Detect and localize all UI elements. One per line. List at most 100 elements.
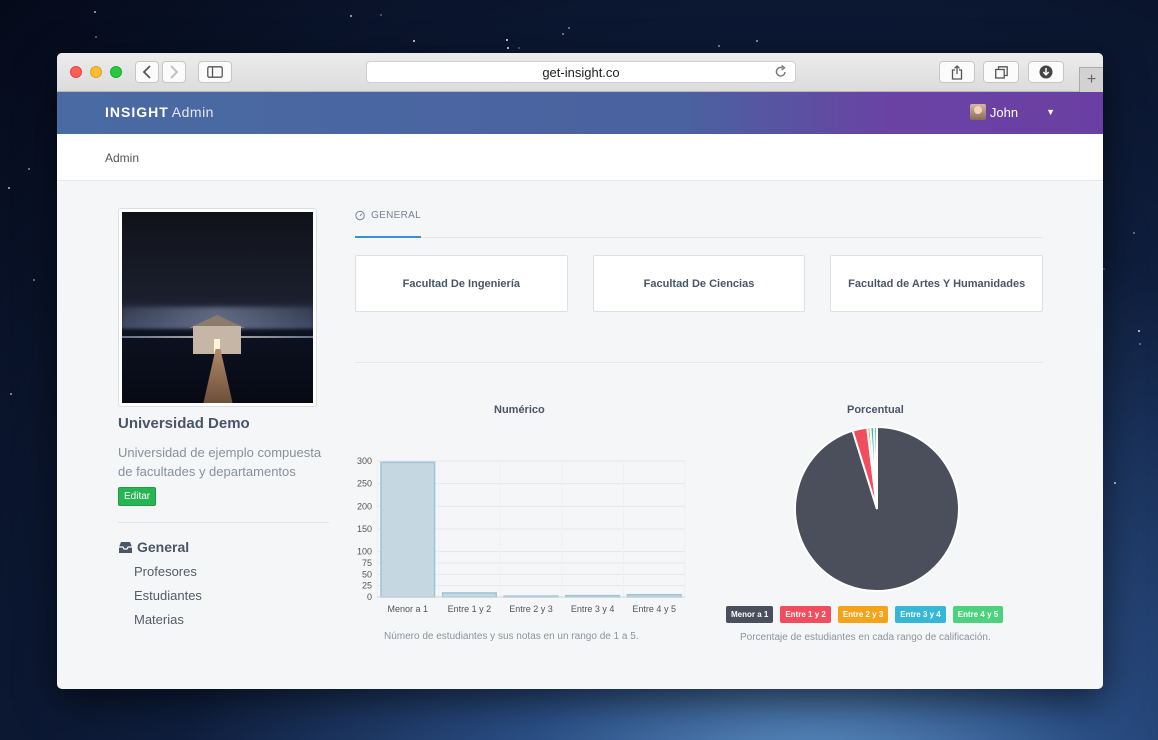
y-tick-label: 150	[357, 524, 372, 534]
university-description: Universidad de ejemplo compuesta de facu…	[118, 445, 322, 479]
url-text: get-insight.co	[542, 64, 620, 80]
browser-window: get-insight.co + INSIGHT Admin John ▼ Ad…	[57, 53, 1103, 689]
star	[517, 46, 520, 49]
x-tick-label: Entre 3 y 4	[571, 604, 615, 614]
y-tick-label: 200	[357, 501, 372, 511]
minimize-window-button[interactable]	[90, 66, 102, 78]
sidebar-toggle-button[interactable]	[198, 61, 232, 83]
share-icon	[951, 64, 963, 80]
sidebar-item-profesores[interactable]: Profesores	[134, 564, 329, 579]
sidebar-heading-general: General	[118, 539, 329, 555]
star	[1103, 267, 1106, 270]
brand-name: INSIGHT	[105, 104, 169, 120]
star	[507, 46, 510, 49]
pie-chart-title: Porcentual	[847, 404, 904, 416]
tab-label: GENERAL	[371, 210, 421, 221]
faculty-card-ingenieria[interactable]: Facultad De Ingeniería	[355, 255, 568, 312]
bar-chart-caption: Número de estudiantes y sus notas en un …	[384, 631, 639, 642]
pie-legend: Menor a 1 Entre 1 y 2 Entre 2 y 3 Entre 3 y…	[726, 606, 1004, 623]
user-name: John	[989, 104, 1019, 120]
breadcrumb-item-admin[interactable]: Admin	[105, 151, 139, 165]
y-tick-label: 75	[362, 558, 372, 568]
star	[1139, 342, 1142, 345]
faculty-name: Facultad de Artes Y Humanidades	[848, 277, 1026, 290]
faculty-card-artes[interactable]: Facultad de Artes Y Humanidades	[830, 255, 1044, 312]
faculty-card-ciencias[interactable]: Facultad De Ciencias	[592, 255, 806, 312]
divider	[118, 522, 329, 523]
y-tick-label: 25	[362, 581, 372, 591]
y-tick-label: 0	[367, 592, 372, 602]
star	[1113, 481, 1116, 484]
sidebar-heading-label: General	[137, 539, 190, 555]
pie-chart	[794, 425, 960, 592]
star	[95, 35, 98, 38]
y-tick-label: 250	[357, 479, 372, 489]
x-tick-label: Entre 1 y 2	[448, 604, 492, 614]
brand-suffix: Admin	[171, 104, 214, 120]
app-navbar: INSIGHT Admin John ▼	[57, 92, 1103, 134]
faculty-name: Facultad De Ingeniería	[402, 277, 521, 290]
download-icon	[1039, 65, 1053, 79]
share-button[interactable]	[939, 61, 975, 83]
star	[756, 39, 759, 42]
star	[506, 39, 509, 42]
star	[717, 44, 720, 47]
brand-logo[interactable]: INSIGHT Admin	[105, 104, 214, 120]
star	[1133, 231, 1136, 234]
tab-bar: GENERAL	[355, 201, 1043, 238]
x-tick-label: Entre 4 y 5	[632, 604, 676, 614]
browser-toolbar: get-insight.co +	[57, 53, 1103, 92]
y-tick-label: 50	[362, 569, 372, 579]
downloads-button[interactable]	[1028, 61, 1064, 83]
sidebar-icon	[207, 66, 223, 78]
zoom-window-button[interactable]	[110, 66, 122, 78]
legend-item[interactable]: Menor a 1	[726, 606, 774, 623]
star	[413, 40, 416, 43]
legend-item[interactable]: Entre 2 y 3	[837, 606, 889, 623]
sidebar-item-estudiantes[interactable]: Estudiantes	[134, 588, 329, 603]
tab-general[interactable]: GENERAL	[355, 201, 421, 238]
y-tick-label: 300	[357, 456, 372, 466]
star	[9, 393, 12, 396]
sidebar-item-materias[interactable]: Materias	[134, 612, 329, 627]
star	[33, 279, 36, 282]
boathouse-image	[122, 212, 313, 403]
legend-item[interactable]: Entre 3 y 4	[895, 606, 946, 623]
bar-chart: 025 5075100 150 200 250 300 Menor a 1 Entre 1 y…	[357, 456, 686, 614]
inbox-icon	[119, 541, 132, 553]
pie-chart-caption: Porcentaje de estudiantes en cada rango …	[740, 632, 991, 643]
star	[349, 15, 352, 18]
close-window-button[interactable]	[70, 66, 82, 78]
gauge-icon	[355, 210, 365, 221]
address-bar[interactable]: get-insight.co	[366, 61, 796, 83]
profile-sidebar: Universidad Demo Universidad de ejemplo …	[118, 208, 329, 627]
section-divider	[355, 362, 1043, 363]
bar-chart-title: Numérico	[494, 404, 545, 416]
edit-button[interactable]: Editar	[118, 487, 157, 506]
new-tab-button[interactable]: +	[1079, 67, 1103, 92]
star	[1138, 330, 1141, 333]
caret-down-icon: ▼	[1046, 107, 1055, 117]
star	[27, 168, 30, 171]
legend-item[interactable]: Entre 1 y 2	[780, 606, 831, 623]
star	[8, 187, 11, 190]
tabs-icon	[994, 65, 1008, 79]
reload-icon[interactable]	[775, 64, 787, 81]
chevron-left-icon	[142, 65, 151, 79]
faculty-cards: Facultad De Ingeniería Facultad De Cienc…	[355, 255, 1044, 312]
bar	[441, 592, 497, 598]
star	[568, 27, 571, 30]
forward-button[interactable]	[162, 61, 186, 83]
tabs-overview-button[interactable]	[983, 61, 1019, 83]
back-button[interactable]	[135, 61, 159, 83]
star	[94, 10, 97, 13]
star	[561, 33, 564, 36]
plus-icon: +	[1086, 71, 1097, 88]
university-photo	[118, 208, 317, 407]
star	[380, 14, 383, 17]
breadcrumb: Admin	[57, 134, 1103, 181]
user-menu[interactable]: John ▼	[969, 104, 1055, 120]
legend-item[interactable]: Entre 4 y 5	[952, 606, 1004, 623]
bar	[380, 461, 436, 598]
avatar	[969, 104, 986, 120]
